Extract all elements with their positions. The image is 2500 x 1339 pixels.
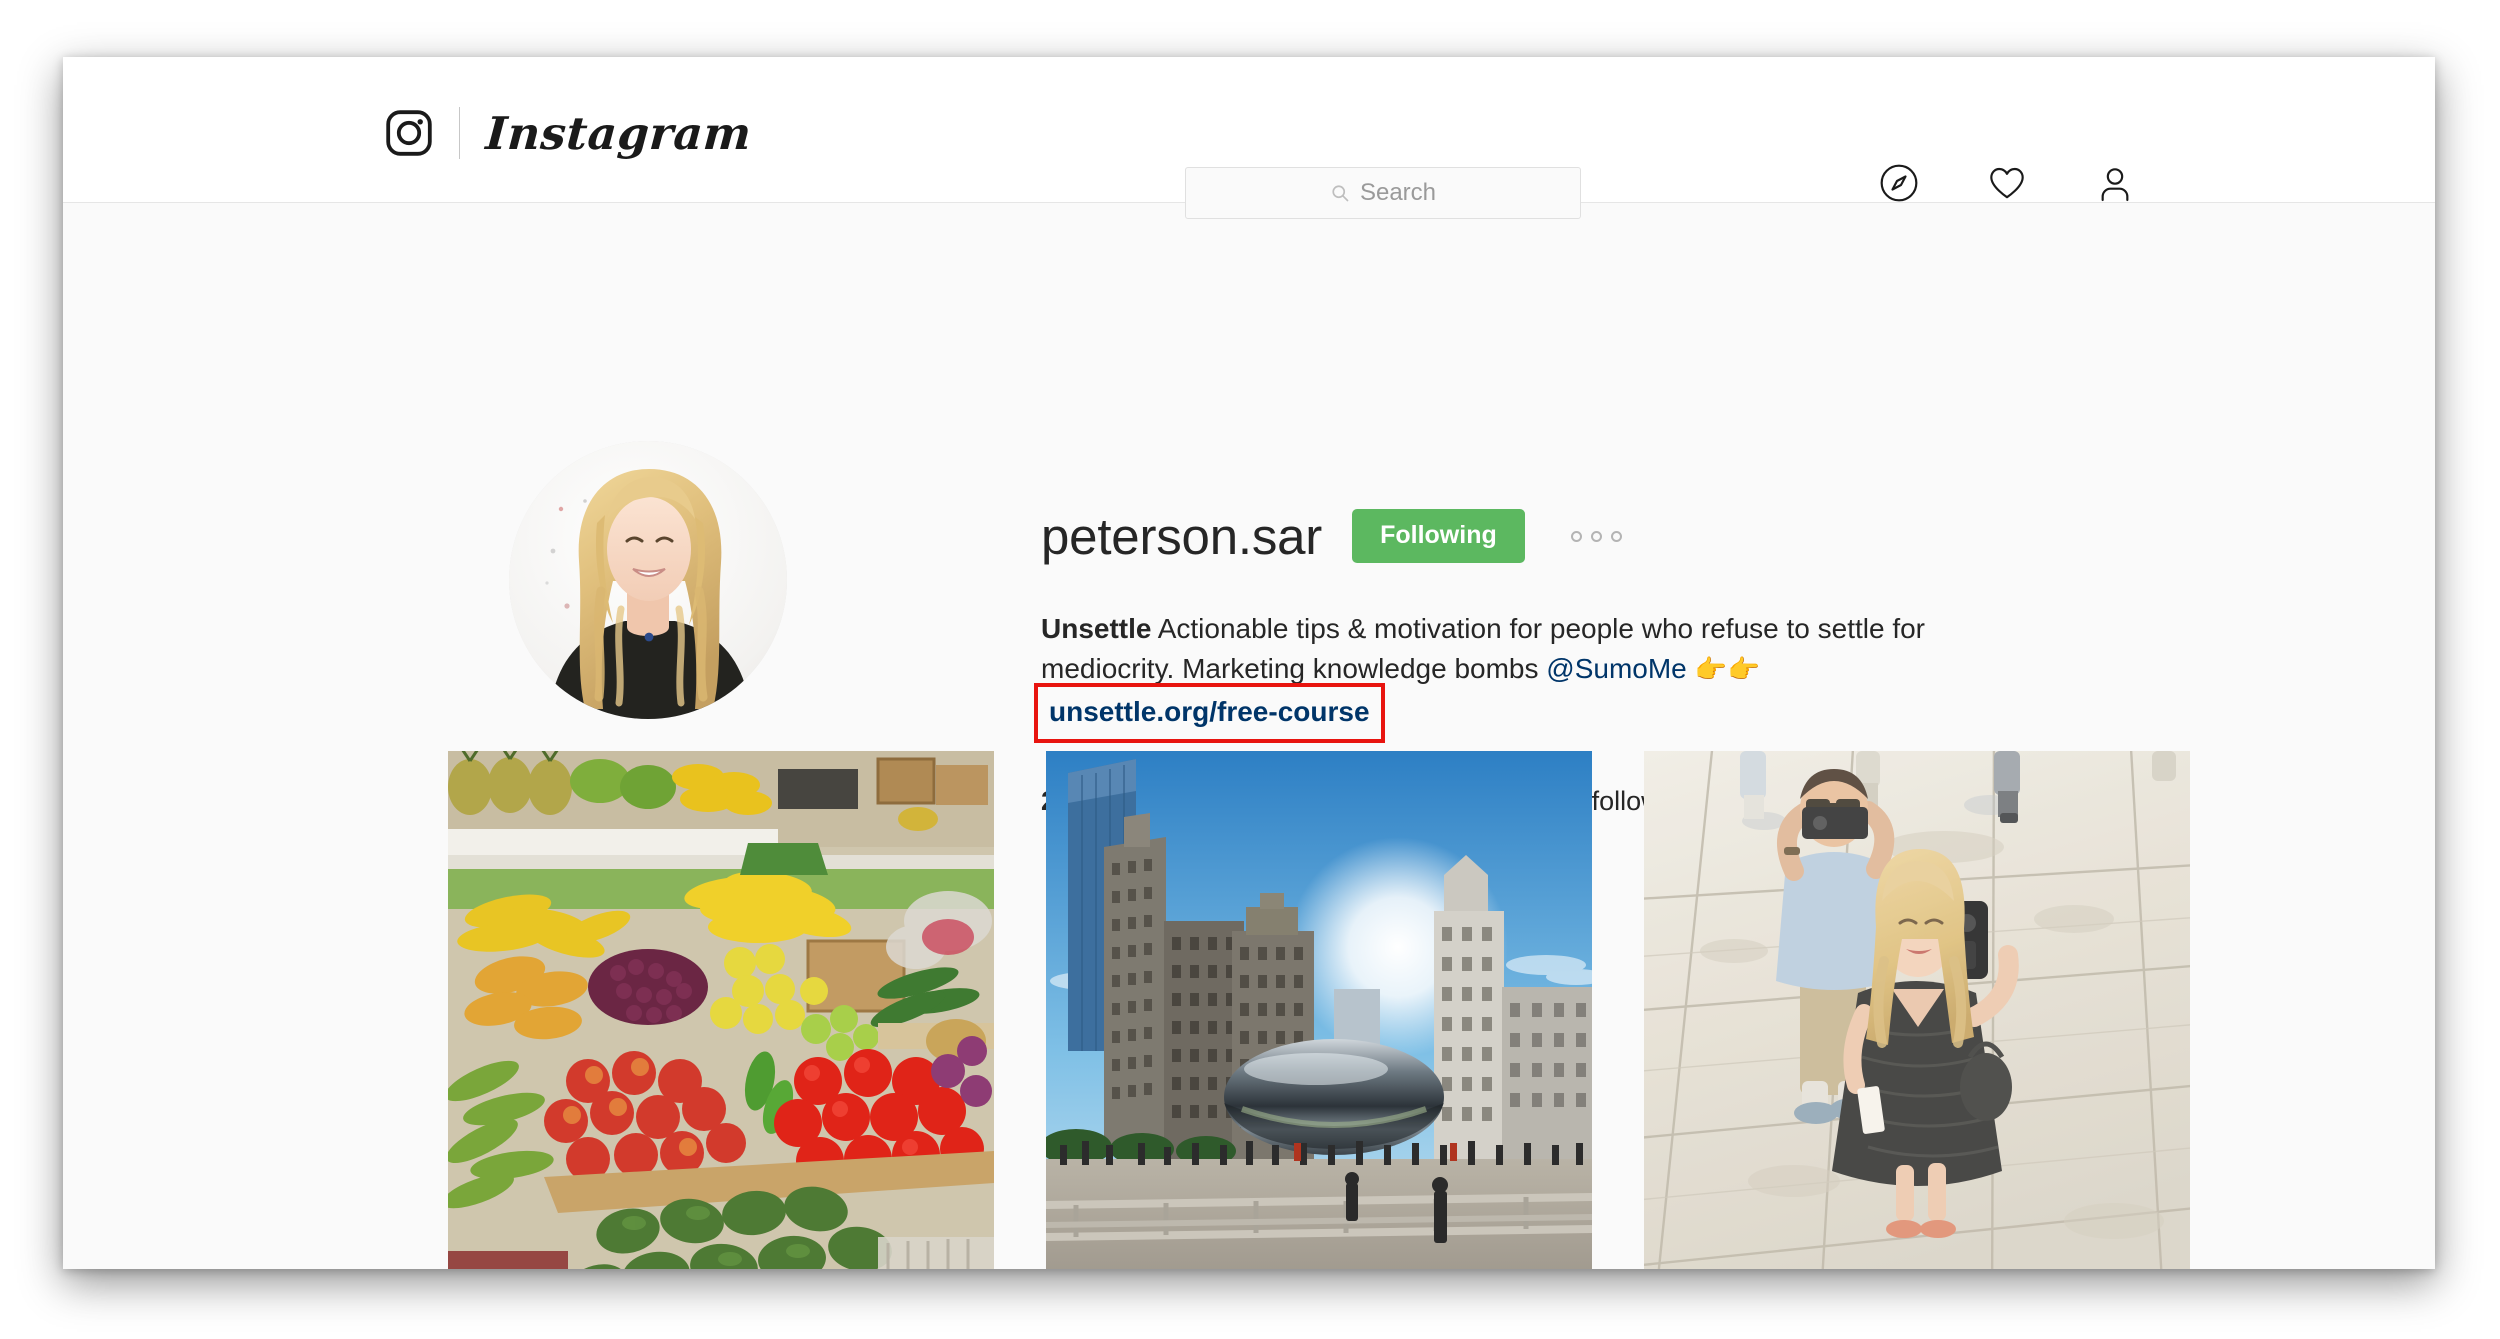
- page-title: peterson.sar: [1041, 507, 1323, 565]
- instagram-camera-icon: [386, 110, 432, 156]
- search-icon: [1332, 185, 1349, 202]
- post-image-selfie-reflection: [1644, 751, 2190, 1269]
- more-options-button[interactable]: [1570, 530, 1622, 542]
- profile-header: peterson.sar Following Unsettle Actionab…: [63, 203, 2435, 816]
- bio-text-line1: Actionable tips & motivation for people …: [1151, 613, 1926, 644]
- post-image-cloud-gate: [1046, 751, 1592, 1269]
- avatar[interactable]: [509, 441, 787, 719]
- activity-heart-icon[interactable]: [1987, 163, 2027, 203]
- nav-icon-group: [1879, 163, 2135, 203]
- explore-compass-icon[interactable]: [1879, 163, 1919, 203]
- bio-text-line2: mediocrity. Marketing knowledge bombs: [1041, 653, 1547, 685]
- bio-display-name: Unsettle: [1041, 613, 1152, 644]
- bio-link-highlight-annotation: unsettle.org/free-course: [1034, 682, 1385, 743]
- brand-divider: [459, 107, 460, 159]
- profile-person-icon[interactable]: [2095, 163, 2135, 203]
- instagram-wordmark: Instagram: [484, 106, 754, 160]
- username-row: peterson.sar Following: [1041, 503, 2321, 569]
- dot-icon: [1590, 530, 1602, 542]
- profile-bio: Unsettle Actionable tips & motivation fo…: [1034, 609, 2051, 743]
- pointing-right-emoji: 👉👉: [1694, 654, 1762, 685]
- top-navigation-bar: Instagram Search: [63, 57, 2435, 219]
- post-grid: [448, 751, 2190, 1269]
- bio-mention-link[interactable]: @SumoMe: [1546, 653, 1686, 684]
- post-thumbnail[interactable]: [448, 751, 994, 1269]
- following-button[interactable]: Following: [1352, 509, 1525, 563]
- bio-external-link[interactable]: unsettle.org/free-course: [1049, 696, 1370, 727]
- dot-icon: [1610, 530, 1622, 542]
- avatar-photo: [509, 441, 787, 719]
- browser-window: Instagram Search peterson.sar Following …: [63, 57, 2435, 1269]
- post-image-market: [448, 751, 994, 1269]
- post-thumbnail[interactable]: [1046, 751, 1592, 1269]
- dot-icon: [1570, 530, 1582, 542]
- brand-logo[interactable]: Instagram: [385, 106, 754, 160]
- post-thumbnail[interactable]: [1644, 751, 2190, 1269]
- search-placeholder-text: Search: [1359, 179, 1437, 206]
